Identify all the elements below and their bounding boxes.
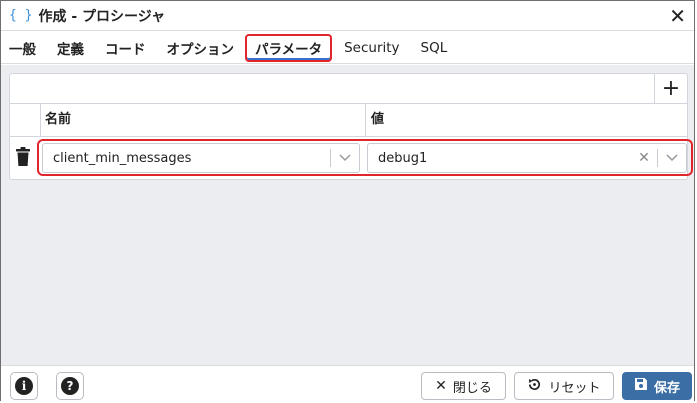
info-icon: i bbox=[15, 377, 33, 395]
content-area: + 名前 値 client_min_messages debug1 ✕ bbox=[1, 65, 694, 365]
close-icon: ✕ bbox=[435, 378, 447, 394]
grid-header: 名前 値 bbox=[10, 104, 687, 137]
grid-toolbar: + bbox=[10, 74, 687, 104]
footer-bar: i ? ✕ 閉じる リセット 保存 bbox=[1, 365, 694, 402]
reset-icon bbox=[527, 377, 542, 396]
floppy-icon bbox=[634, 377, 648, 395]
reset-button-label: リセット bbox=[548, 380, 601, 396]
title-bar: { } 作成 - プロシージャ ✕ bbox=[1, 1, 694, 31]
save-button-label: 保存 bbox=[653, 380, 680, 396]
trash-icon[interactable] bbox=[15, 147, 31, 167]
tab-definition[interactable]: 定義 bbox=[55, 35, 86, 61]
tab-options[interactable]: オプション bbox=[165, 35, 237, 61]
tab-general[interactable]: 一般 bbox=[7, 35, 38, 61]
tab-bar: 一般 定義 コード オプション パラメータ Security SQL bbox=[1, 32, 694, 64]
close-button[interactable]: ✕ 閉じる bbox=[421, 372, 506, 400]
parameter-grid: + 名前 値 client_min_messages debug1 ✕ bbox=[9, 73, 693, 181]
close-icon[interactable]: ✕ bbox=[669, 4, 686, 28]
close-button-label: 閉じる bbox=[452, 380, 492, 396]
column-header-value: 値 bbox=[365, 104, 687, 136]
tab-sql[interactable]: SQL bbox=[419, 37, 450, 59]
add-row-button[interactable]: + bbox=[654, 74, 687, 103]
tab-code[interactable]: コード bbox=[103, 35, 148, 61]
row-highlight-annotation bbox=[37, 139, 693, 176]
help-button[interactable]: ? bbox=[56, 372, 84, 400]
table-row: client_min_messages debug1 ✕ bbox=[10, 137, 693, 181]
question-icon: ? bbox=[61, 377, 79, 395]
column-header-name: 名前 bbox=[40, 104, 365, 136]
tab-security[interactable]: Security bbox=[342, 37, 401, 59]
dialog-title: 作成 - プロシージャ bbox=[38, 8, 166, 25]
tab-parameters[interactable]: パラメータ bbox=[245, 33, 333, 62]
braces-icon: { } bbox=[9, 8, 33, 23]
reset-button[interactable]: リセット bbox=[514, 372, 614, 400]
dialog-window: { } 作成 - プロシージャ ✕ 一般 定義 コード オプション パラメータ … bbox=[0, 0, 695, 402]
plus-icon: + bbox=[661, 76, 681, 101]
info-button[interactable]: i bbox=[10, 372, 38, 400]
save-button[interactable]: 保存 bbox=[622, 372, 692, 400]
